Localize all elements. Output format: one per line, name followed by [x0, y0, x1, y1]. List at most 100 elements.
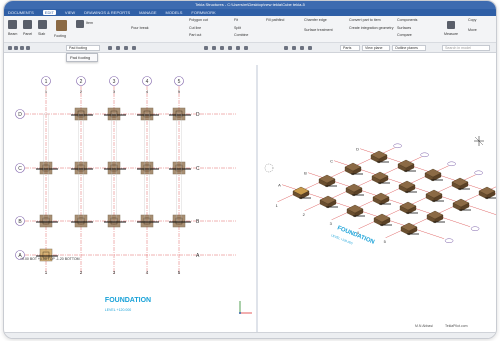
grid-label-col-sub-5: 5 — [178, 89, 181, 94]
grid-label-row-left-D: D — [18, 112, 22, 118]
ribbon-fit[interactable]: Fit — [234, 18, 238, 22]
snap-icon[interactable] — [14, 46, 18, 50]
menu-item-manage[interactable]: MANAGE — [139, 10, 156, 15]
iso-bubble-col-4 — [474, 170, 483, 176]
menu-item-documents[interactable]: DOCUMENTS — [8, 10, 34, 15]
footing-icon[interactable] — [56, 20, 67, 31]
iso-label-col-2: 2 — [303, 212, 306, 217]
select-icon[interactable] — [8, 46, 12, 50]
application-window: Tekla Structures - C:\Users\m\Desktop\ne… — [3, 0, 497, 339]
ribbon-measure[interactable]: Measure — [444, 32, 458, 36]
ribbon-copy[interactable]: Copy — [468, 18, 476, 22]
beam-icon[interactable] — [8, 20, 17, 29]
ribbon-slab[interactable]: Slab — [38, 32, 45, 36]
grid-label-col-top-4: 4 — [146, 79, 149, 85]
plan-labels: 111222333444555D DC CB BA A — [15, 76, 200, 275]
ribbon-split[interactable]: Split — [234, 26, 241, 30]
grid-label-col-top-1: 1 — [45, 79, 48, 85]
iso-label-row-C: C — [330, 159, 333, 164]
iso-bubble-col-3 — [447, 161, 456, 167]
menu-item-formwork[interactable]: FORMWORK — [191, 10, 215, 15]
toolbar-tool-12-icon[interactable] — [292, 46, 296, 50]
toolbar-tool-5-icon[interactable] — [204, 46, 208, 50]
user-name-text: M.N Abbasi — [415, 324, 433, 328]
ribbon-fill-pathfind[interactable]: Fill pathfind — [266, 18, 284, 22]
view-navigation-icon[interactable] — [474, 136, 484, 146]
menu-item-models[interactable]: MODELS — [166, 10, 183, 15]
3d-title: FOUNDATION — [336, 225, 375, 245]
slab-icon[interactable] — [38, 20, 47, 29]
view-plane-dropdown[interactable]: View plane — [362, 45, 390, 51]
search-input[interactable]: Search in model — [442, 45, 490, 51]
ribbon-part-cut[interactable]: Part cut — [189, 33, 201, 37]
grid-label-col-top-5: 5 — [178, 79, 181, 85]
pad-footing-selector[interactable]: Pad footing — [66, 45, 100, 51]
iso-label-row-A: A — [278, 183, 281, 188]
ribbon-surface-treatment[interactable]: Surface treatment — [304, 28, 333, 32]
grid-label-col-sub-3: 3 — [113, 89, 116, 94]
menu-item-edit[interactable]: EDIT — [42, 10, 56, 15]
ribbon-polygon-cut[interactable]: Polygon cut — [189, 18, 208, 22]
menu-item-view[interactable]: VIEW — [65, 10, 75, 15]
ribbon-convert-part[interactable]: Convert part to item — [349, 18, 381, 22]
plan-footings — [36, 107, 191, 262]
3d-view-canvas[interactable]: ABCD12345 FOUNDATION LEVEL +120.000 M.N … — [259, 65, 497, 335]
ribbon-beam[interactable]: Beam — [8, 32, 17, 36]
plan-view[interactable]: 111222333444555DDCCBBAA +0.00 BOT +0.00 … — [8, 65, 258, 335]
measure-icon[interactable] — [447, 21, 455, 29]
grid-label-col-bottom-5: 5 — [178, 270, 181, 275]
toolbar-tool-7-icon[interactable] — [220, 46, 224, 50]
outline-planes-dropdown[interactable]: Outline planes — [392, 45, 426, 51]
iso-bubble-row-B — [470, 226, 480, 231]
view-divider[interactable] — [256, 65, 258, 335]
status-bar — [4, 332, 496, 338]
toolbar-tool-1-icon[interactable] — [108, 46, 112, 50]
toolbar-tool-13-icon[interactable] — [300, 46, 304, 50]
grid-label-row-right-C: C — [196, 166, 200, 172]
grid-icon[interactable] — [26, 46, 30, 50]
panel-icon[interactable] — [23, 20, 32, 29]
toolbar-tool-4-icon[interactable] — [132, 46, 136, 50]
ribbon-compare[interactable]: Compare — [397, 33, 412, 37]
toolbar-tool-11-icon[interactable] — [284, 46, 288, 50]
footing-C1 — [39, 161, 53, 175]
ribbon-footing[interactable]: Footing — [54, 34, 66, 38]
ribbon-panel[interactable]: Panel — [23, 32, 32, 36]
grid-label-row-right-A: A — [196, 253, 200, 259]
ribbon-cut-line[interactable]: Cut line — [189, 26, 201, 30]
plan-subtitle: LEVEL +120.000 — [105, 308, 131, 312]
popup-item-pad-footing[interactable]: Pad footing — [70, 55, 90, 60]
toolbar-tool-10-icon[interactable] — [244, 46, 248, 50]
item-icon[interactable] — [76, 20, 84, 28]
ribbon-components[interactable]: Components — [397, 18, 417, 22]
grid-label-col-top-3: 3 — [113, 79, 116, 85]
grid-label-col-sub-4: 4 — [146, 89, 149, 94]
toolbar-tool-9-icon[interactable] — [236, 46, 240, 50]
menu-item-drawings-reports[interactable]: DRAWINGS & REPORTS — [84, 10, 130, 15]
grid-label-col-top-2: 2 — [80, 79, 83, 85]
ribbon-surfaces[interactable]: Surfaces — [397, 26, 411, 30]
iso-label-col-3: 3 — [330, 221, 333, 226]
ribbon-pour-break[interactable]: Pour break — [131, 26, 149, 30]
3d-model-view[interactable]: ABCD12345 FOUNDATION LEVEL +120.000 M.N … — [259, 65, 497, 335]
toolbar-tool-3-icon[interactable] — [124, 46, 128, 50]
toolbar-tool-2-icon[interactable] — [116, 46, 120, 50]
toolbar-tool-8-icon[interactable] — [228, 46, 232, 50]
grid-label-col-bottom-2: 2 — [80, 270, 83, 275]
iso-bubble-row-A — [444, 238, 454, 243]
coordinate-axes-icon — [239, 301, 252, 314]
ribbon-move[interactable]: Move — [468, 28, 477, 32]
toolbar-tool-14-icon[interactable] — [308, 46, 312, 50]
brand-text: TeklaPilot.com — [445, 324, 468, 328]
ribbon-item[interactable]: Item — [86, 21, 93, 25]
ribbon-create-integration[interactable]: Create integration geometry — [349, 26, 394, 30]
ribbon-chamfer-edge[interactable]: Chamfer edge — [304, 18, 327, 22]
view-icon[interactable] — [20, 46, 24, 50]
plan-view-canvas[interactable]: 111222333444555D DC CB BA A +0.00 BOT +0.00 … — [8, 65, 258, 335]
ribbon-combine[interactable]: Combine — [234, 33, 248, 37]
footing-C3 — [107, 161, 121, 175]
toolbar-tool-6-icon[interactable] — [212, 46, 216, 50]
parts-dropdown[interactable]: Parts — [340, 45, 360, 51]
grid-label-col-bottom-4: 4 — [146, 270, 149, 275]
pad-footing-popup[interactable]: Pad footing — [66, 53, 98, 62]
